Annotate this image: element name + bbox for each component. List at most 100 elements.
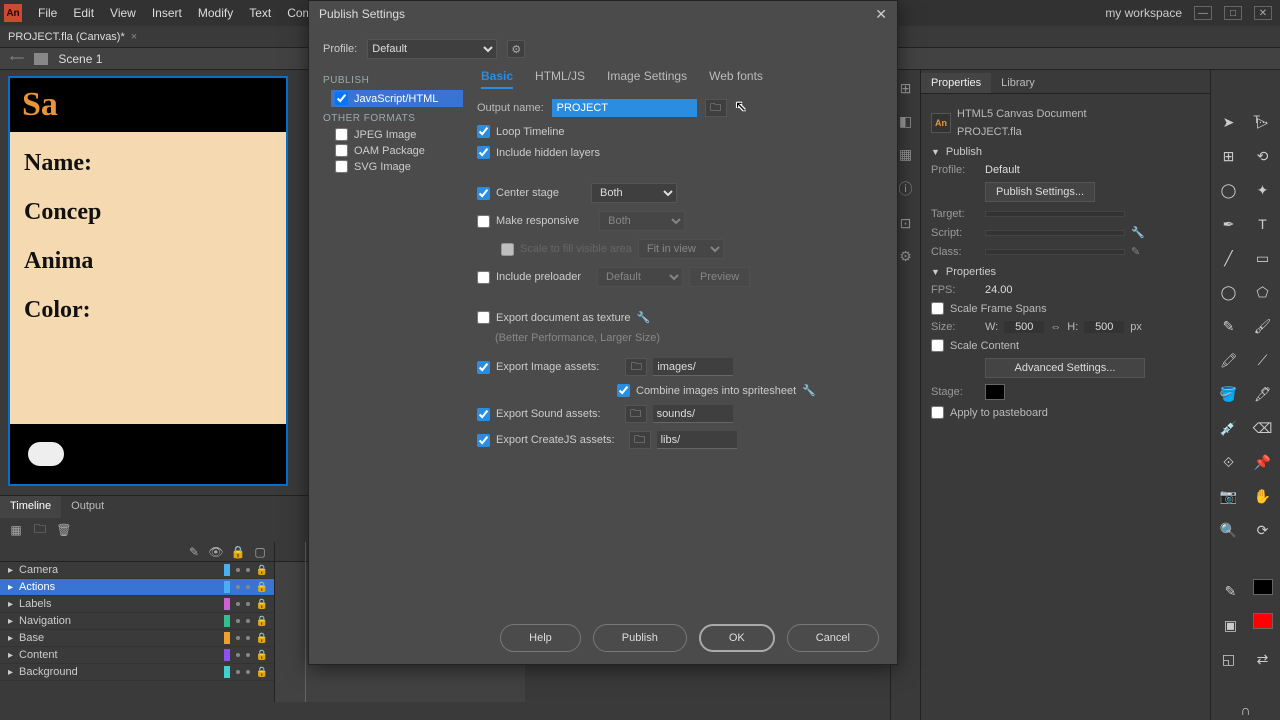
layer-row[interactable]: ▸Camera 🔒 — [0, 562, 274, 579]
height-input[interactable]: 500 — [1084, 321, 1124, 333]
fps-value[interactable]: 24.00 — [985, 284, 1013, 296]
menu-edit[interactable]: Edit — [65, 2, 102, 24]
default-colors-icon[interactable]: ◱ — [1217, 647, 1241, 671]
lasso-tool-icon[interactable]: ◯ — [1217, 178, 1241, 202]
pasteboard-checkbox[interactable] — [931, 406, 944, 419]
visibility-icon[interactable]: 👁 — [208, 544, 224, 560]
link-icon[interactable]: ⇔ — [1050, 321, 1061, 333]
section-properties[interactable]: ▼Properties — [931, 266, 1200, 278]
export-image-assets-checkbox[interactable] — [477, 361, 490, 374]
make-responsive-checkbox[interactable] — [477, 215, 490, 228]
menu-modify[interactable]: Modify — [190, 2, 241, 24]
gear-icon[interactable]: ⚙ — [507, 40, 525, 58]
loop-timeline-checkbox[interactable] — [477, 125, 490, 138]
new-layer-icon[interactable]: ▦ — [8, 522, 24, 538]
section-publish[interactable]: ▼Publish — [931, 146, 1200, 158]
menu-text[interactable]: Text — [241, 2, 279, 24]
document-tab[interactable]: PROJECT.fla (Canvas)* × — [8, 31, 137, 43]
wrench-icon[interactable]: 🔧 — [637, 311, 651, 324]
magic-wand-icon[interactable]: ✦ — [1251, 178, 1275, 202]
publish-settings-button[interactable]: Publish Settings... — [985, 182, 1095, 202]
stage-color-swatch[interactable] — [985, 384, 1005, 400]
eyedropper-icon[interactable]: 💉 — [1217, 416, 1241, 440]
tab-html-js[interactable]: HTML/JS — [535, 69, 585, 89]
highlight-icon[interactable]: ✎ — [186, 544, 202, 560]
tab-web-fonts[interactable]: Web fonts — [709, 69, 763, 89]
export-createjs-assets-checkbox[interactable] — [477, 434, 490, 447]
format-oam[interactable]: OAM Package — [335, 144, 463, 157]
hand-tool-icon[interactable]: ✋ — [1251, 484, 1275, 508]
output-name-input[interactable] — [552, 99, 697, 117]
center-stage-select[interactable]: Both — [591, 183, 677, 203]
format-svg[interactable]: SVG Image — [335, 160, 463, 173]
minimize-button[interactable]: — — [1194, 6, 1212, 20]
tab-properties[interactable]: Properties — [921, 73, 991, 93]
sound-folder-icon[interactable]: 🗀 — [625, 405, 647, 423]
tab-library[interactable]: Library — [991, 73, 1045, 93]
close-button[interactable]: ✕ — [1254, 6, 1272, 20]
width-tool-icon[interactable]: ⟐ — [1217, 450, 1241, 474]
export-texture-checkbox[interactable] — [477, 311, 490, 324]
maximize-button[interactable]: □ — [1224, 6, 1242, 20]
new-folder-icon[interactable]: 🗀 — [32, 522, 48, 538]
dialog-close-icon[interactable]: ✕ — [875, 6, 887, 23]
align-icon[interactable]: ⊞ — [900, 80, 912, 97]
tab-output[interactable]: Output — [61, 496, 114, 518]
swap-colors-icon[interactable]: ⇄ — [1251, 647, 1275, 671]
browse-folder-icon[interactable]: 🗀 — [705, 99, 727, 117]
fill-color-icon[interactable]: ▣ — [1219, 613, 1243, 637]
canvas[interactable]: Sa Name: Concep Anima Color: — [8, 76, 288, 486]
text-tool-icon[interactable]: T — [1251, 212, 1275, 236]
include-hidden-checkbox[interactable] — [477, 146, 490, 159]
3d-rotation-icon[interactable]: ⟲ — [1251, 144, 1275, 168]
oval-tool-icon[interactable]: ◯ — [1217, 280, 1241, 304]
free-transform-icon[interactable]: ⊞ — [1217, 144, 1241, 168]
asset-warp-icon[interactable]: 📌 — [1251, 450, 1275, 474]
combine-spritesheet-checkbox[interactable] — [617, 384, 630, 397]
publish-button[interactable]: Publish — [593, 624, 687, 652]
sound-path-input[interactable] — [653, 405, 733, 423]
image-folder-icon[interactable]: 🗀 — [625, 358, 647, 376]
camera-tool-icon[interactable]: 📷 — [1217, 484, 1241, 508]
dialog-titlebar[interactable]: Publish Settings ✕ — [309, 1, 897, 27]
brush-tool-icon[interactable]: 🖌 — [1251, 314, 1275, 338]
include-preloader-checkbox[interactable] — [477, 271, 490, 284]
zoom-tool-icon[interactable]: 🔍 — [1217, 518, 1241, 542]
layer-row[interactable]: ▸Navigation 🔒 — [0, 613, 274, 630]
delete-layer-icon[interactable]: 🗑 — [56, 522, 72, 538]
paint-bucket-icon[interactable]: 🪣 — [1217, 382, 1241, 406]
format-jpeg[interactable]: JPEG Image — [335, 128, 463, 141]
selection-tool-icon[interactable]: ➤ — [1217, 110, 1241, 134]
back-icon[interactable]: ⟵ — [10, 53, 24, 64]
layer-row[interactable]: ▸Base 🔒 — [0, 630, 274, 647]
layer-row[interactable]: ▸Content 🔒 — [0, 647, 274, 664]
export-sound-assets-checkbox[interactable] — [477, 408, 490, 421]
wrench-icon[interactable]: 🔧 — [802, 384, 816, 397]
format-js-html[interactable]: JavaScript/HTML — [331, 90, 463, 107]
rectangle-tool-icon[interactable]: ▭ — [1251, 246, 1275, 270]
libs-path-input[interactable] — [657, 431, 737, 449]
ink-bottle-icon[interactable]: 🖋 — [1251, 382, 1275, 406]
pen-tool-icon[interactable]: ✒ — [1217, 212, 1241, 236]
info-icon[interactable]: ⓘ — [899, 179, 913, 199]
layer-row[interactable]: ▸Background 🔒 — [0, 664, 274, 681]
stroke-swatch[interactable] — [1253, 579, 1273, 595]
close-icon[interactable]: × — [131, 31, 137, 43]
width-input[interactable]: 500 — [1004, 321, 1044, 333]
layer-row[interactable]: ▸Actions 🔒 — [0, 579, 274, 596]
advanced-settings-button[interactable]: Advanced Settings... — [985, 358, 1145, 378]
scale-content-checkbox[interactable] — [931, 339, 944, 352]
components-icon[interactable]: ⚙ — [899, 248, 912, 265]
layer-row[interactable]: ▸Labels 🔒 — [0, 596, 274, 613]
fill-swatch[interactable] — [1253, 613, 1273, 629]
menu-file[interactable]: File — [30, 2, 65, 24]
ok-button[interactable]: OK — [699, 624, 775, 652]
menu-view[interactable]: View — [102, 2, 144, 24]
eraser-tool-icon[interactable]: ⌫ — [1251, 416, 1275, 440]
polystar-tool-icon[interactable]: ⬠ — [1251, 280, 1275, 304]
line-tool-icon[interactable]: ╱ — [1217, 246, 1241, 270]
rotation-tool-icon[interactable]: ⟳ — [1251, 518, 1275, 542]
paint-brush-icon[interactable]: 🖍 — [1217, 348, 1241, 372]
center-stage-checkbox[interactable] — [477, 187, 490, 200]
pencil-tool-icon[interactable]: ✎ — [1217, 314, 1241, 338]
